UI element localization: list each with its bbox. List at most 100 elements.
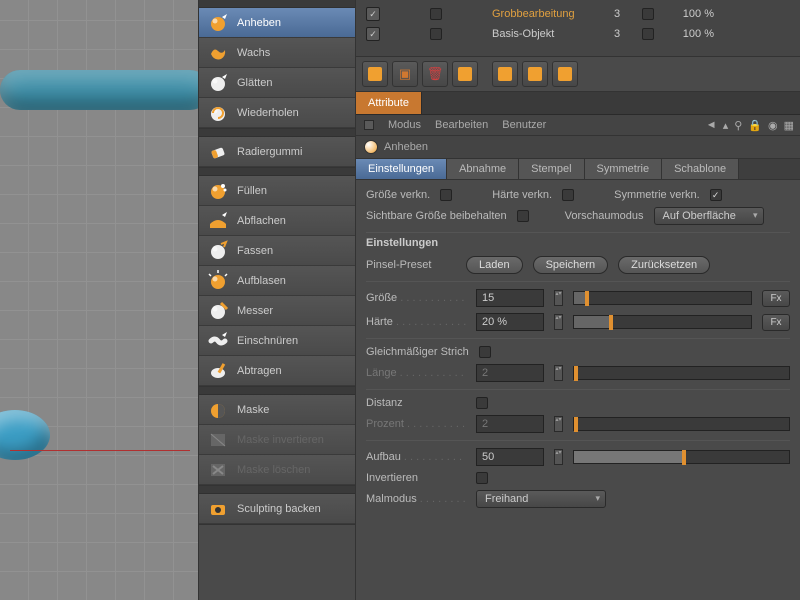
tool-label: Sculpting backen: [237, 503, 321, 515]
wachs-icon: [207, 42, 229, 64]
add-layer-icon[interactable]: [362, 61, 388, 87]
attribute-subtabs: Einstellungen Abnahme Stempel Symmetrie …: [356, 158, 800, 180]
einschnueren-icon: [207, 330, 229, 352]
subtab-abnahme[interactable]: Abnahme: [447, 159, 519, 179]
check-invert[interactable]: [476, 472, 488, 484]
input-aufbau[interactable]: 50: [476, 448, 544, 466]
object-row[interactable]: Basis-Objekt 3 100 %: [356, 24, 800, 44]
subtab-stempel[interactable]: Stempel: [519, 159, 584, 179]
spinner-haerte[interactable]: ▴▾: [554, 314, 563, 330]
mesh-object-1[interactable]: [0, 70, 210, 110]
object-flag[interactable]: [430, 28, 442, 40]
tool-aufblasen[interactable]: Aufblasen: [199, 266, 355, 296]
check-distanz[interactable]: [476, 397, 488, 409]
tool-wiederholen[interactable]: Wiederholen: [199, 98, 355, 128]
tool-maske-invertieren[interactable]: Maske invertieren: [199, 425, 355, 455]
check-sichtbare[interactable]: [517, 210, 529, 222]
check-haerte-verkn[interactable]: [562, 189, 574, 201]
lock-icon[interactable]: 🔒: [748, 119, 762, 132]
object-toolbar: ▣ 🗑: [356, 56, 800, 92]
more-icon[interactable]: ▦: [784, 119, 794, 132]
object-flag[interactable]: [430, 8, 442, 20]
object-pct: 100 %: [664, 8, 714, 20]
mesh-object-2[interactable]: [0, 410, 50, 460]
label-symmetrie-verkn: Symmetrie verkn.: [614, 189, 700, 201]
btn-reset[interactable]: Zurücksetzen: [618, 256, 710, 274]
target-icon[interactable]: ◉: [768, 119, 778, 132]
tool-glaetten[interactable]: Glätten: [199, 68, 355, 98]
layer-action-3-icon[interactable]: [522, 61, 548, 87]
layer-action-1-icon[interactable]: [452, 61, 478, 87]
label-invert: Invertieren: [366, 472, 466, 484]
slider-haerte[interactable]: [573, 315, 752, 329]
wiederholen-icon: [207, 102, 229, 124]
select-vorschau[interactable]: Auf Oberfläche: [654, 207, 764, 225]
slider-prozent: [573, 417, 790, 431]
visibility-check[interactable]: [366, 27, 380, 41]
nav-back-icon[interactable]: ◄: [706, 119, 717, 132]
tool-fuellen[interactable]: Füllen: [199, 176, 355, 206]
slider-aufbau[interactable]: [573, 450, 790, 464]
anheben-icon: [207, 12, 229, 34]
input-groesse[interactable]: 15: [476, 289, 544, 307]
spinner-groesse[interactable]: ▴▾: [554, 290, 563, 306]
object-flag2[interactable]: [642, 8, 654, 20]
tool-abtragen[interactable]: Abtragen: [199, 356, 355, 386]
subtab-schablone[interactable]: Schablone: [662, 159, 739, 179]
label-gleich: Gleichmäßiger Strich: [366, 346, 469, 358]
object-flag2[interactable]: [642, 28, 654, 40]
object-name[interactable]: Grobbearbeitung: [482, 8, 592, 20]
label-laenge: Länge: [366, 367, 466, 379]
tool-label: Glätten: [237, 77, 272, 89]
menu-modus[interactable]: Modus: [388, 119, 421, 131]
check-gleich[interactable]: [479, 346, 491, 358]
subtab-einstellungen[interactable]: Einstellungen: [356, 159, 447, 179]
tool-abflachen[interactable]: Abflachen: [199, 206, 355, 236]
btn-speichern[interactable]: Speichern: [533, 256, 609, 274]
messer-icon: [207, 300, 229, 322]
tool-anheben[interactable]: Anheben: [199, 8, 355, 38]
object-row[interactable]: Grobbearbeitung 3 100 %: [356, 4, 800, 24]
viewport-3d[interactable]: [0, 0, 198, 600]
tool-wachs[interactable]: Wachs: [199, 38, 355, 68]
check-groesse-verkn[interactable]: [440, 189, 452, 201]
tool-label: Messer: [237, 305, 273, 317]
object-name[interactable]: Basis-Objekt: [482, 28, 592, 40]
attribute-title-row: Anheben: [356, 136, 800, 158]
tool-messer[interactable]: Messer: [199, 296, 355, 326]
section-einstellungen: Einstellungen: [366, 232, 790, 253]
folder-icon[interactable]: ▣: [392, 61, 418, 87]
slider-groesse[interactable]: [573, 291, 752, 305]
subtab-symmetrie[interactable]: Symmetrie: [585, 159, 663, 179]
menu-handle-icon[interactable]: [364, 120, 374, 130]
fx-groesse[interactable]: Fx: [762, 290, 790, 307]
layer-action-4-icon[interactable]: [552, 61, 578, 87]
tool-maske[interactable]: Maske: [199, 395, 355, 425]
tool-label: Anheben: [237, 17, 281, 29]
menu-bearbeiten[interactable]: Bearbeiten: [435, 119, 488, 131]
input-haerte[interactable]: 20 %: [476, 313, 544, 331]
maske-icon: [207, 399, 229, 421]
tool-maske-loeschen[interactable]: Maske löschen: [199, 455, 355, 485]
tool-fassen[interactable]: Fassen: [199, 236, 355, 266]
check-symmetrie-verkn[interactable]: [710, 189, 722, 201]
fx-haerte[interactable]: Fx: [762, 314, 790, 331]
tab-attribute[interactable]: Attribute: [356, 92, 422, 114]
object-pct: 100 %: [664, 28, 714, 40]
nav-up-icon[interactable]: ▴: [723, 119, 729, 132]
tool-radiergummi[interactable]: Radiergummi: [199, 137, 355, 167]
delete-icon[interactable]: 🗑: [422, 61, 448, 87]
select-malmodus[interactable]: Freihand: [476, 490, 606, 508]
sculpting-backen-icon: [207, 498, 229, 520]
spinner-aufbau[interactable]: ▴▾: [554, 449, 563, 465]
btn-laden[interactable]: Laden: [466, 256, 523, 274]
layer-action-2-icon[interactable]: [492, 61, 518, 87]
visibility-check[interactable]: [366, 7, 380, 21]
label-preset: Pinsel-Preset: [366, 259, 456, 271]
tool-einschnueren[interactable]: Einschnüren: [199, 326, 355, 356]
search-icon[interactable]: ⚲: [734, 119, 742, 132]
menu-benutzer[interactable]: Benutzer: [502, 119, 546, 131]
tool-sculpting-backen[interactable]: Sculpting backen: [199, 494, 355, 524]
spinner-prozent: ▴▾: [554, 416, 563, 432]
abflachen-icon: [207, 210, 229, 232]
